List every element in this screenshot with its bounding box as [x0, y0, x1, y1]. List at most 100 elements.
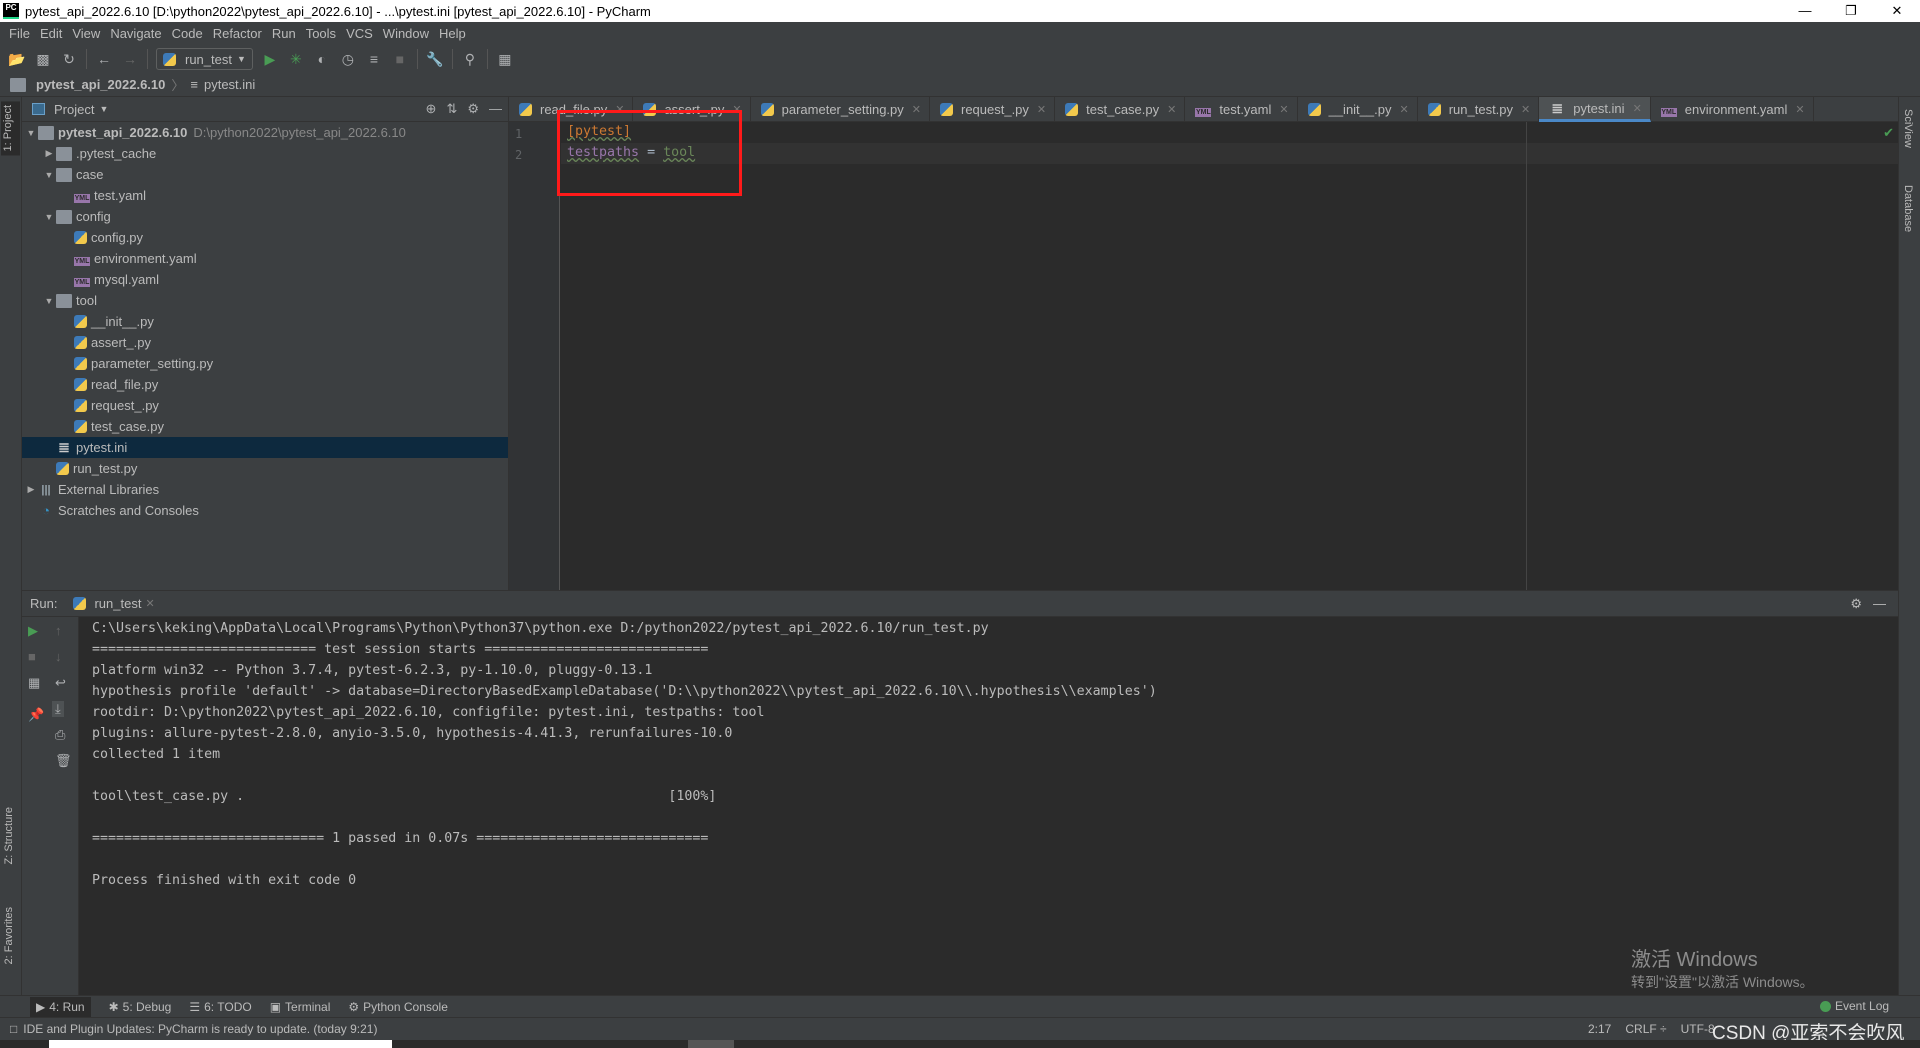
tab-init-py[interactable]: __init__.py ✕: [1298, 97, 1418, 122]
collapse-icon[interactable]: ⇅: [446, 101, 457, 117]
rerun-icon[interactable]: ▶: [28, 623, 38, 639]
locate-icon[interactable]: ⊕: [426, 101, 437, 117]
tree-item[interactable]: read_file.py: [22, 374, 508, 395]
menu-code[interactable]: Code: [167, 26, 208, 41]
breadcrumb-file[interactable]: pytest.ini: [204, 77, 255, 92]
tree-item[interactable]: ▼ case: [22, 164, 508, 185]
inspection-ok-icon[interactable]: ✔: [1883, 125, 1894, 141]
menu-refactor[interactable]: Refactor: [208, 26, 267, 41]
chevron-down-icon[interactable]: ▼: [42, 296, 56, 306]
tree-item[interactable]: ▶ .pytest_cache: [22, 143, 508, 164]
tool-tab-6-todo[interactable]: ☰ 6: TODO: [189, 1000, 251, 1014]
profile-icon[interactable]: ◷: [339, 50, 357, 68]
caret-position[interactable]: 2:17: [1588, 1022, 1611, 1036]
gear-icon[interactable]: ⚙: [467, 101, 479, 117]
favorites-tool-button[interactable]: 2: Favorites: [3, 907, 15, 964]
close-icon[interactable]: ✕: [1521, 103, 1530, 116]
tab-test-case-py[interactable]: test_case.py ✕: [1055, 97, 1186, 122]
down-icon[interactable]: ↓: [55, 649, 62, 664]
run-icon[interactable]: ▶: [261, 50, 279, 68]
open-icon[interactable]: 📂: [8, 50, 26, 68]
project-panel-title[interactable]: Project: [54, 102, 94, 117]
tree-item[interactable]: request_.py: [22, 395, 508, 416]
tool-tab-5-debug[interactable]: ✱ 5: Debug: [109, 1000, 172, 1014]
tab-pytest-ini[interactable]: ≣ pytest.ini ✕: [1539, 97, 1651, 122]
project-tool-button[interactable]: 1: Project: [1, 101, 20, 156]
line-separator[interactable]: CRLF ÷: [1625, 1022, 1666, 1036]
sync-icon[interactable]: ↻: [60, 50, 78, 68]
tree-item[interactable]: run_test.py: [22, 458, 508, 479]
tree-item[interactable]: YML environment.yaml: [22, 248, 508, 269]
close-icon[interactable]: ✕: [912, 103, 921, 116]
event-log-button[interactable]: Event Log: [1820, 999, 1889, 1013]
chevron-down-icon[interactable]: ▼: [42, 170, 56, 180]
menu-navigate[interactable]: Navigate: [105, 26, 166, 41]
tree-item[interactable]: ▼ tool: [22, 290, 508, 311]
tree-item[interactable]: __init__.py: [22, 311, 508, 332]
concurrency-icon[interactable]: ≡: [365, 50, 383, 68]
wrench-icon[interactable]: 🔧: [426, 50, 444, 68]
gear-icon[interactable]: ⚙: [1850, 596, 1862, 612]
status-toggle-icon[interactable]: □: [10, 1022, 17, 1036]
menu-edit[interactable]: Edit: [35, 26, 67, 41]
run-config-select[interactable]: run_test ▼: [156, 48, 253, 70]
tree-item[interactable]: assert_.py: [22, 332, 508, 353]
chevron-right-icon[interactable]: ▶: [24, 484, 38, 495]
tree-item[interactable]: ▶ ||| External Libraries: [22, 479, 508, 500]
menu-tools[interactable]: Tools: [301, 26, 341, 41]
tab-run-test-py[interactable]: run_test.py ✕: [1418, 97, 1540, 122]
scroll-to-end-icon[interactable]: ⤓: [52, 701, 64, 717]
pin-icon[interactable]: 📌: [28, 707, 44, 723]
close-icon[interactable]: ✕: [1037, 103, 1046, 116]
chevron-down-icon[interactable]: ▼: [42, 212, 56, 222]
database-tool-button[interactable]: Database: [1902, 185, 1914, 232]
tree-item[interactable]: ≣ pytest.ini: [22, 437, 508, 458]
tree-item[interactable]: YML mysql.yaml: [22, 269, 508, 290]
tool-tab-terminal[interactable]: ▣ Terminal: [270, 1000, 331, 1014]
structure-tool-button[interactable]: Z: Structure: [3, 807, 15, 864]
trash-icon[interactable]: 🗑: [55, 753, 72, 769]
save-icon[interactable]: ▩: [34, 50, 52, 68]
print-icon[interactable]: ⎙: [55, 727, 65, 743]
chevron-right-icon[interactable]: ▶: [42, 148, 56, 159]
back-icon[interactable]: ←: [95, 50, 113, 68]
close-icon[interactable]: ✕: [145, 597, 154, 610]
maximize-button[interactable]: ❐: [1828, 0, 1874, 22]
chevron-down-icon[interactable]: ▼: [99, 104, 108, 114]
run-tab[interactable]: run_test ✕: [73, 596, 155, 611]
tab-environment-yaml[interactable]: YML environment.yaml ✕: [1651, 97, 1814, 122]
menu-run[interactable]: Run: [267, 26, 301, 41]
menu-view[interactable]: View: [67, 26, 105, 41]
close-icon[interactable]: ✕: [1795, 103, 1804, 116]
stop-icon[interactable]: ■: [28, 649, 36, 664]
tab-test-yaml[interactable]: YML test.yaml ✕: [1185, 97, 1298, 122]
menu-vcs[interactable]: VCS: [341, 26, 378, 41]
status-message[interactable]: IDE and Plugin Updates: PyCharm is ready…: [23, 1022, 377, 1036]
tree-item[interactable]: test_case.py: [22, 416, 508, 437]
menu-window[interactable]: Window: [378, 26, 434, 41]
tree-item[interactable]: ▼ pytest_api_2022.6.10 D:\python2022\pytes…: [22, 122, 508, 143]
tab-request-py[interactable]: request_.py ✕: [930, 97, 1056, 122]
close-icon[interactable]: ✕: [1399, 103, 1408, 116]
hide-icon[interactable]: —: [489, 101, 502, 117]
stop-icon[interactable]: ■: [391, 50, 409, 68]
debug-icon[interactable]: ✳: [287, 50, 305, 68]
tab-parameter-setting-py[interactable]: parameter_setting.py ✕: [751, 97, 930, 122]
close-icon[interactable]: ✕: [1633, 102, 1642, 115]
chevron-down-icon[interactable]: ▼: [24, 128, 38, 138]
tree-item[interactable]: config.py: [22, 227, 508, 248]
tree-item[interactable]: ▼ config: [22, 206, 508, 227]
minimize-button[interactable]: —: [1782, 0, 1828, 22]
close-button[interactable]: ✕: [1874, 0, 1920, 22]
menu-file[interactable]: File: [4, 26, 35, 41]
forward-icon[interactable]: →: [121, 50, 139, 68]
menu-help[interactable]: Help: [434, 26, 471, 41]
layout-icon[interactable]: ▦: [28, 675, 40, 691]
close-icon[interactable]: ✕: [1279, 103, 1288, 116]
tool-tab-python-console[interactable]: ⚙ Python Console: [348, 1000, 448, 1014]
breadcrumb-project[interactable]: pytest_api_2022.6.10: [36, 77, 165, 92]
tree-item[interactable]: parameter_setting.py: [22, 353, 508, 374]
tree-item[interactable]: YML test.yaml: [22, 185, 508, 206]
sciview-tool-button[interactable]: SciView: [1902, 109, 1914, 148]
up-icon[interactable]: ↑: [55, 623, 62, 638]
